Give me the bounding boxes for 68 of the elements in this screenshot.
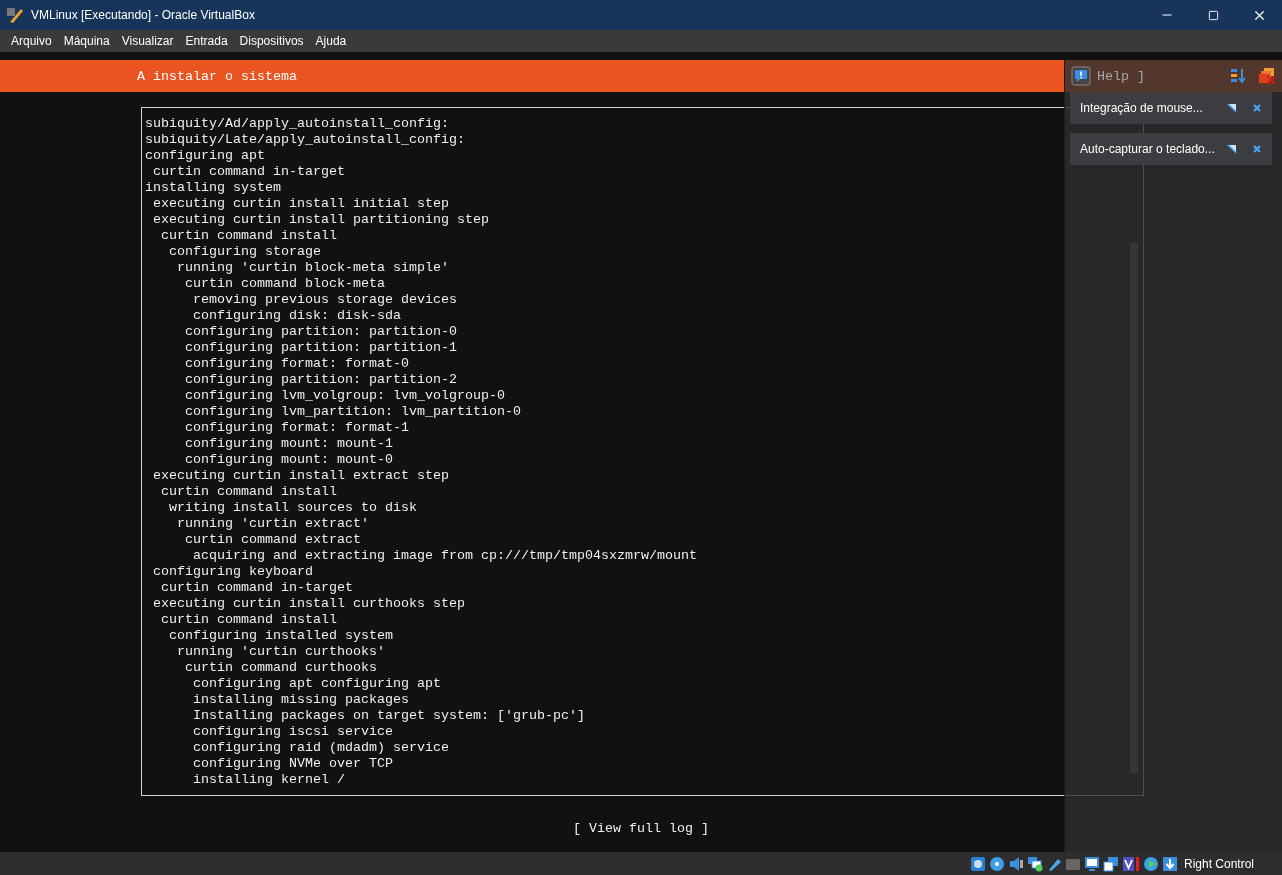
log-line: configuring iscsi service (192, 724, 393, 740)
help-link[interactable]: Help ] (1097, 68, 1145, 84)
log-line: curtin command install (160, 228, 337, 244)
message-icon[interactable] (1071, 66, 1091, 86)
sort-icon[interactable] (1230, 67, 1248, 85)
log-line: configuring keyboard (152, 564, 313, 580)
log-line: executing curtin install partitioning step (152, 212, 489, 228)
log-line: Installing packages on target system: ['grub-pc'] (192, 708, 585, 724)
log-line: installing missing packages (192, 692, 409, 708)
log-line: running 'curtin extract' (176, 516, 369, 532)
app-logo-icon (6, 6, 24, 24)
log-line: configuring format: format-0 (184, 356, 409, 372)
log-line: configuring partition: partition-2 (184, 372, 457, 388)
log-line: executing curtin install curthooks step (152, 596, 465, 612)
close-icon[interactable] (1252, 144, 1262, 154)
log-line: curtin command install (160, 612, 337, 628)
log-line: configuring mount: mount-1 (184, 436, 393, 452)
log-line: configuring NVMe over TCP (192, 756, 393, 772)
log-line: removing previous storage devices (192, 292, 457, 308)
recording-icon[interactable] (1121, 855, 1140, 872)
log-line: configuring lvm_volgroup: lvm_volgroup-0 (184, 388, 505, 404)
menu-item[interactable]: Arquivo (5, 32, 58, 50)
menu-item[interactable]: Visualizar (115, 32, 180, 50)
log-line: acquiring and extracting image from cp:///tmp/tmp04sxzmrw/mount (192, 548, 697, 564)
log-line: configuring lvm_partition: lvm_partition-0 (184, 404, 521, 420)
log-line: installing kernel / (192, 772, 345, 788)
menu-item[interactable]: Ajuda (309, 32, 353, 50)
log-line: curtin command in-target (160, 580, 353, 596)
log-line: executing curtin install initial step (152, 196, 449, 212)
log-line: configuring raid (mdadm) service (192, 740, 449, 756)
log-line: configuring installed system (168, 628, 393, 644)
menu-item[interactable]: Dispositivos (233, 32, 310, 50)
log-line: subiquity/Ad/apply_autoinstall_config: (145, 116, 449, 132)
view-log-button[interactable]: [ View full log ] (573, 821, 709, 836)
log-line: curtin command in-target (152, 164, 345, 180)
log-line: subiquity/Late/apply_autoinstall_config: (145, 132, 465, 148)
log-line: running 'curtin block-meta simple' (176, 260, 449, 276)
log-line: configuring apt configuring apt (192, 676, 441, 692)
close-icon[interactable] (1252, 103, 1262, 113)
windows-icon[interactable] (1102, 855, 1119, 872)
log-line: configuring storage (168, 244, 321, 260)
log-line: curtin command install (160, 484, 337, 500)
installer-title: A instalar o sistema (137, 68, 297, 84)
host-key-label: Right Control (1183, 856, 1254, 871)
log-line: configuring partition: partition-1 (184, 340, 457, 356)
log-line: writing install sources to disk (168, 500, 417, 516)
log-line: curtin command block-meta (184, 276, 385, 292)
window-title: VMLinux [Executando] - Oracle VirtualBox (31, 8, 256, 22)
log-line: configuring apt (145, 148, 265, 164)
log-line: running 'curtin curthooks' (176, 644, 385, 660)
optical-disc-icon[interactable] (988, 855, 1005, 872)
menu-item[interactable]: Máquina (57, 32, 116, 50)
network-icon[interactable] (1026, 855, 1043, 872)
log-line: configuring mount: mount-0 (184, 452, 393, 468)
download-icon[interactable] (1161, 855, 1178, 872)
log-line: curtin command extract (184, 532, 361, 548)
display-icon[interactable] (1083, 855, 1100, 872)
log-line: configuring partition: partition-0 (184, 324, 457, 340)
log-line: configuring format: format-1 (184, 420, 409, 436)
log-line: curtin command curthooks (184, 660, 377, 676)
log-line: installing system (145, 180, 281, 196)
maximize-icon (1207, 9, 1219, 21)
notification-text: Auto-capturar o teclado... (1080, 142, 1216, 156)
notification-text: Integração de mouse... (1080, 101, 1204, 115)
log-line: executing curtin install extract step (152, 468, 449, 484)
menu-item[interactable]: Entrada (179, 32, 234, 50)
speaker-icon[interactable] (1007, 855, 1024, 872)
log-line: configuring disk: disk-sda (192, 308, 401, 324)
